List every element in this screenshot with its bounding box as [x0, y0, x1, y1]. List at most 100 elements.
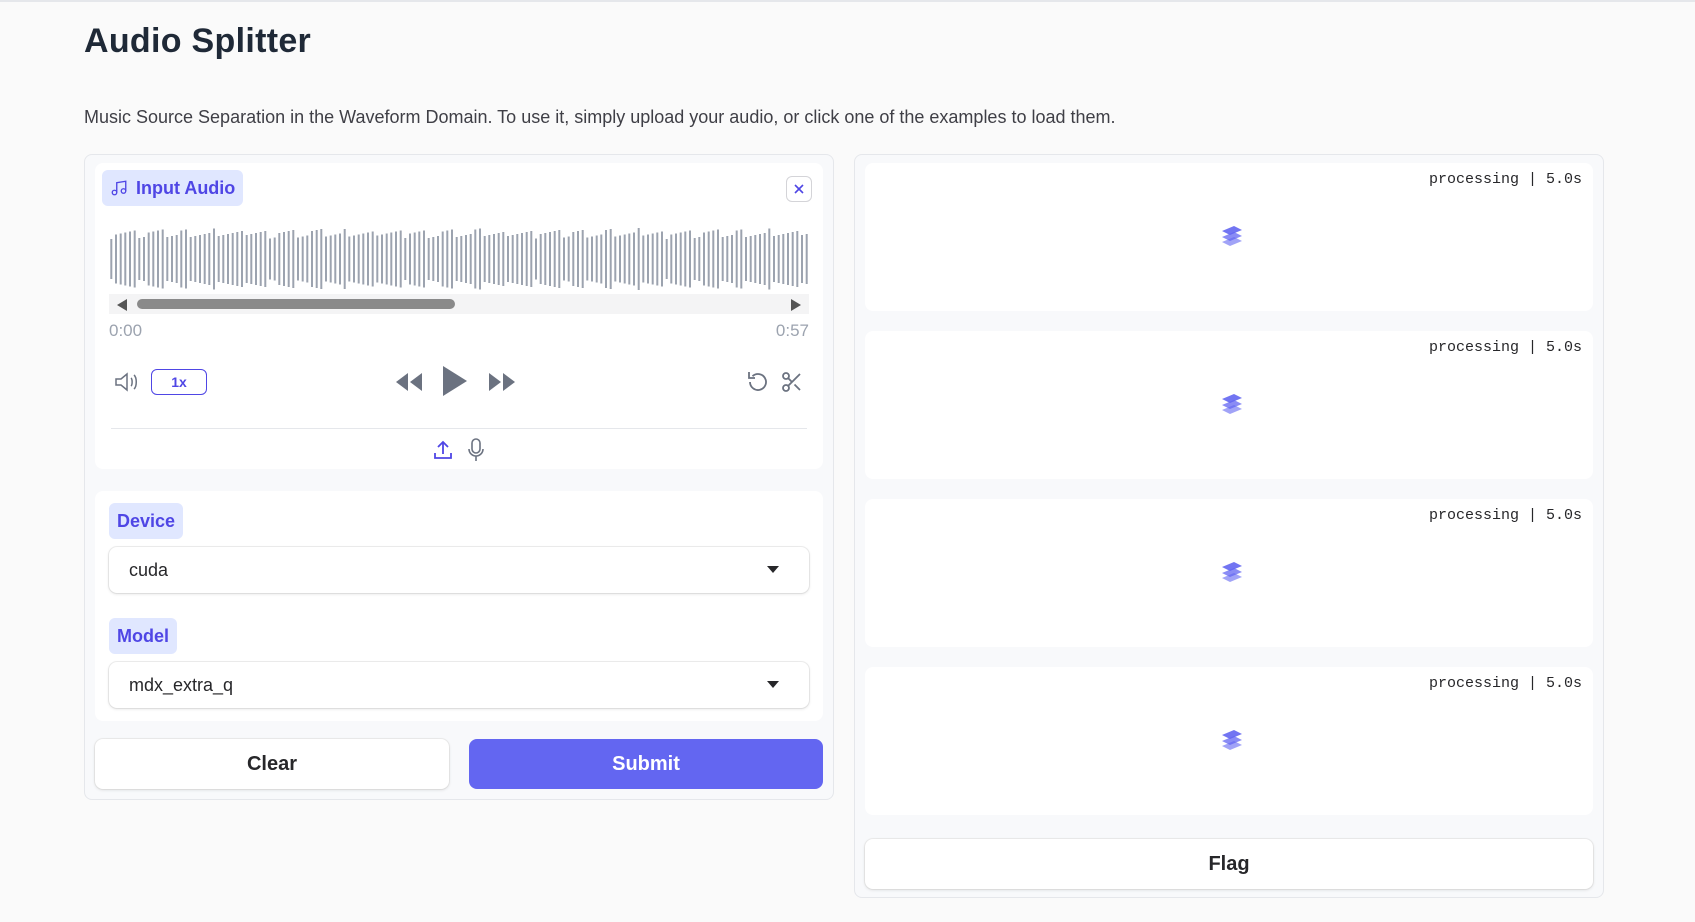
clear-button[interactable]: Clear [95, 739, 449, 789]
waveform-bar [217, 236, 220, 282]
page-description: Music Source Separation in the Waveform … [84, 107, 1116, 127]
waveform-bar [301, 236, 304, 282]
waveform-bar [525, 232, 528, 286]
waveform-bar [511, 235, 514, 283]
waveform-bar [213, 228, 215, 290]
waveform-bar [399, 230, 402, 288]
scissors-icon [782, 372, 801, 392]
waveform-bar [171, 236, 173, 282]
waveform-bar [460, 236, 463, 282]
waveform-bar [241, 231, 243, 287]
waveform-bar [553, 231, 556, 287]
waveform-bar [637, 228, 640, 290]
waveform-bar [231, 233, 234, 285]
output-panel: processing | 5.0s processing | 5.0s proc… [854, 154, 1604, 898]
top-border [0, 0, 1695, 2]
play-icon [443, 366, 467, 396]
waveform-bar [754, 235, 757, 283]
waveform-bar [600, 234, 603, 284]
waveform-scrollbar[interactable] [109, 294, 809, 314]
current-time: 0:00 [109, 321, 143, 340]
waveform-bar [535, 238, 537, 280]
output-status: processing | 5.0s [1428, 675, 1582, 692]
fast-forward-button[interactable] [487, 369, 517, 395]
waveform-bar [698, 237, 701, 281]
waveform-bar [138, 238, 141, 280]
waveform-bar [731, 235, 733, 283]
microphone-icon [468, 438, 484, 461]
waveform-bar [465, 235, 467, 283]
reset-icon [748, 372, 767, 391]
audio-waveform[interactable] [109, 227, 809, 291]
clear-audio-button[interactable] [786, 176, 812, 202]
waveform-bar [283, 232, 285, 286]
waveform-bar [763, 233, 766, 285]
waveform-bar [605, 230, 607, 288]
waveform-bar [437, 236, 439, 282]
waveform-bar [773, 236, 775, 282]
model-label-text: Model [117, 625, 169, 646]
chevron-down-icon [767, 681, 779, 688]
reset-button[interactable] [745, 368, 771, 396]
waveform-bar [255, 233, 257, 285]
duration: 0:57 [775, 321, 809, 340]
waveform-bar [693, 238, 696, 280]
volume-button[interactable] [113, 369, 141, 395]
chevron-down-icon [767, 566, 779, 573]
waveform-bar [563, 237, 565, 281]
settings-card: Device cuda Model mdx_extra_q [95, 491, 823, 721]
flag-button[interactable]: Flag [865, 839, 1593, 889]
waveform-bar [339, 233, 341, 285]
device-dropdown[interactable]: cuda [109, 547, 809, 593]
waveform-bar [185, 229, 187, 289]
submit-button[interactable]: Submit [469, 739, 823, 789]
waveform-bar [777, 235, 780, 283]
waveform-bar [558, 230, 561, 288]
upload-button[interactable] [431, 437, 455, 463]
waveform-bar [684, 231, 687, 287]
waveform-bar [189, 237, 192, 281]
waveform-bar [502, 232, 505, 286]
loading-spinner-icon [1222, 562, 1242, 582]
model-dropdown[interactable]: mdx_extra_q [109, 662, 809, 708]
playback-speed-button[interactable]: 1x [151, 369, 207, 395]
trim-button[interactable] [779, 368, 805, 396]
loading-spinner-icon [1222, 394, 1242, 414]
waveform-bar [432, 237, 435, 281]
waveform-bar [199, 235, 201, 283]
waveform-bar [446, 230, 449, 288]
record-button[interactable] [465, 437, 487, 463]
waveform-bar [642, 235, 645, 283]
waveform-bar [651, 233, 654, 285]
waveform-bar [124, 232, 127, 286]
waveform-bar [203, 234, 206, 284]
waveform-bar [759, 234, 761, 284]
waveform-bar [115, 234, 117, 284]
waveform-bar [665, 239, 668, 279]
waveform-bar [418, 231, 421, 287]
waveform-bar [782, 234, 785, 284]
scroll-right-arrow[interactable] [791, 299, 801, 311]
waveform-bar [227, 234, 229, 284]
loading-spinner-icon [1222, 226, 1242, 246]
waveform-bar [670, 234, 673, 284]
device-value: cuda [129, 559, 169, 580]
waveform-bar [507, 236, 509, 282]
waveform-bar [791, 232, 794, 286]
waveform-bar [647, 234, 649, 284]
waveform-bar [311, 231, 313, 287]
waveform-bar [740, 229, 743, 289]
waveform-bar [530, 231, 533, 287]
waveform-bar [805, 234, 808, 284]
waveform-bar [581, 230, 584, 288]
waveform-bar [441, 231, 444, 287]
waveform-bar [357, 234, 360, 284]
rewind-button[interactable] [394, 369, 424, 395]
input-panel: Input Audio 0:00 0:57 1x Device cuda Mod… [84, 154, 834, 800]
waveform-bar [161, 229, 164, 289]
scroll-left-arrow[interactable] [117, 299, 127, 311]
play-button[interactable] [439, 363, 469, 399]
scroll-thumb[interactable] [137, 299, 455, 309]
waveform-bar [222, 235, 225, 283]
audio-divider [111, 428, 807, 429]
